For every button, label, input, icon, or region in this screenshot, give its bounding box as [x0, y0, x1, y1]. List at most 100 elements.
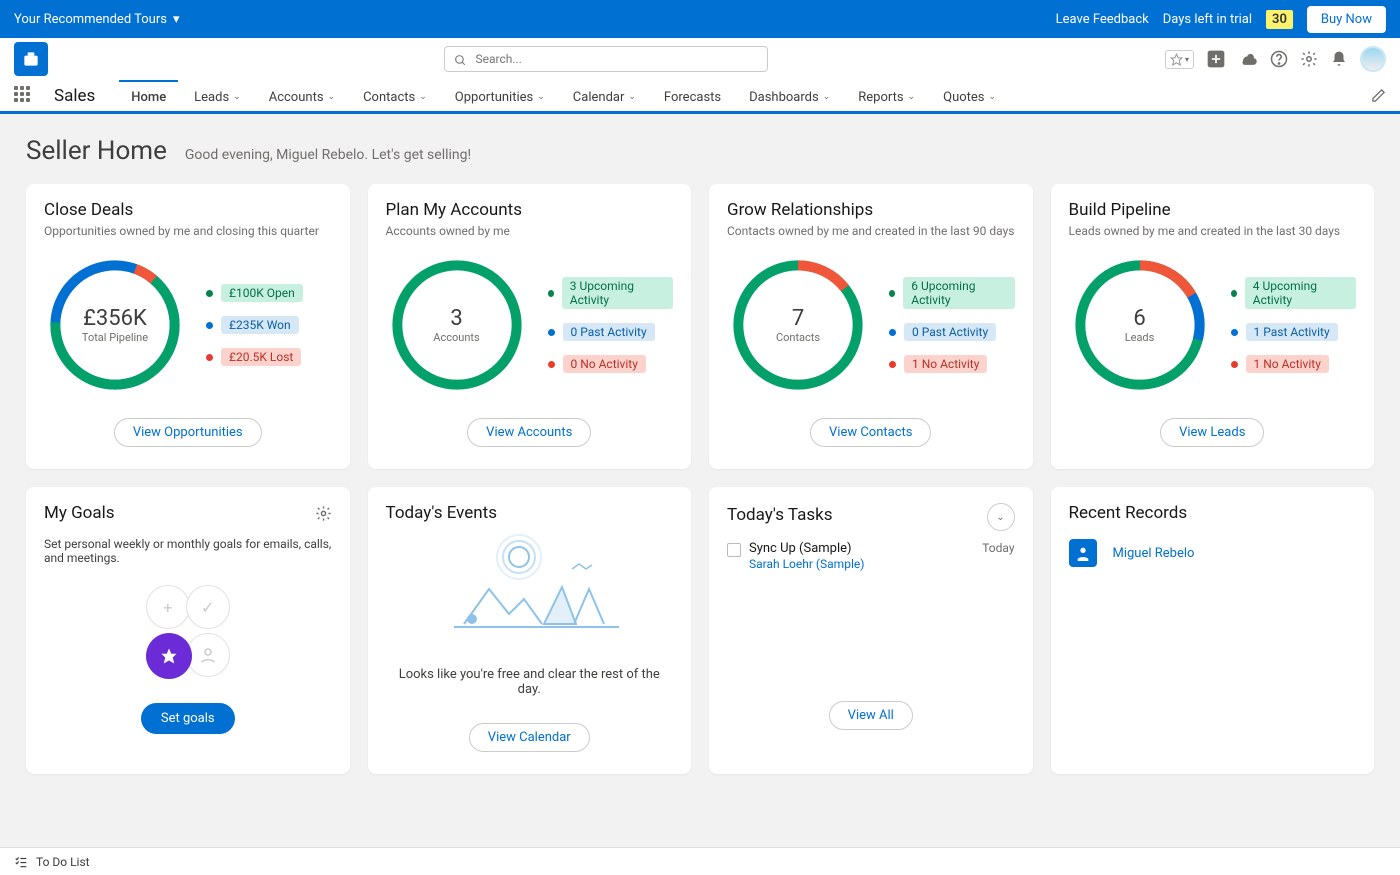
legend-won: £235K Won — [206, 316, 303, 334]
card-subtitle: Opportunities owned by me and closing th… — [44, 224, 332, 238]
goals-settings-icon[interactable] — [315, 505, 332, 526]
chevron-down-icon: ⌄ — [908, 92, 916, 102]
todo-list-icon — [14, 855, 28, 869]
tours-label: Your Recommended Tours — [14, 12, 167, 27]
nav-accounts[interactable]: Accounts⌄ — [257, 79, 347, 113]
card-title: Recent Records — [1069, 503, 1357, 523]
goals-description: Set personal weekly or monthly goals for… — [44, 537, 332, 565]
nav-calendar[interactable]: Calendar⌄ — [561, 79, 648, 113]
card-todays-events: Today's Events Looks like you're free an… — [368, 487, 692, 774]
card-title: Plan My Accounts — [386, 200, 674, 220]
leave-feedback-link[interactable]: Leave Feedback — [1056, 12, 1149, 27]
salesforce-icon[interactable] — [1238, 49, 1258, 69]
card-title: Build Pipeline — [1069, 200, 1357, 220]
chevron-down-icon: ⌄ — [233, 92, 241, 102]
card-title: Today's Tasks — [727, 505, 832, 525]
tasks-dropdown-button[interactable]: ⌄ — [987, 503, 1015, 531]
add-icon[interactable] — [1206, 49, 1226, 69]
contact-icon — [1069, 539, 1097, 567]
buy-now-button[interactable]: Buy Now — [1307, 6, 1386, 33]
card-plan-accounts: Plan My Accounts Accounts owned by me 3A… — [368, 184, 692, 469]
plus-circle-icon: + — [146, 585, 190, 629]
trial-days-badge: 30 — [1266, 10, 1293, 29]
legend-none: 1 No Activity — [1231, 355, 1357, 373]
card-title: Today's Events — [386, 503, 674, 523]
chevron-down-icon: ▾ — [173, 12, 180, 27]
global-search-input[interactable] — [444, 46, 768, 72]
card-subtitle: Accounts owned by me — [386, 224, 674, 238]
donut-chart: 7Contacts — [727, 254, 869, 396]
task-item[interactable]: Sync Up (Sample) Today — [727, 541, 1015, 557]
task-name: Sync Up (Sample) — [749, 541, 852, 557]
recommended-tours-dropdown[interactable]: Your Recommended Tours ▾ — [14, 12, 179, 27]
view-calendar-button[interactable]: View Calendar — [469, 723, 590, 752]
global-header: ▾ — [0, 38, 1400, 80]
trial-topbar: Your Recommended Tours ▾ Leave Feedback … — [0, 0, 1400, 38]
person-circle-icon — [186, 633, 230, 677]
set-goals-button[interactable]: Set goals — [141, 703, 235, 734]
donut-chart: 6Leads — [1069, 254, 1211, 396]
card-close-deals: Close Deals Opportunities owned by me an… — [26, 184, 350, 469]
legend-none: 1 No Activity — [889, 355, 1015, 373]
favorites-button[interactable]: ▾ — [1165, 50, 1194, 69]
legend-open: £100K Open — [206, 284, 303, 302]
card-title: My Goals — [44, 503, 115, 523]
donut-chart: 3Accounts — [386, 254, 528, 396]
page-title: Seller Home — [26, 136, 167, 166]
star-circle-icon — [146, 633, 192, 679]
user-avatar[interactable] — [1360, 46, 1386, 72]
legend-lost: £20.5K Lost — [206, 348, 303, 366]
app-launcher-icon[interactable] — [14, 86, 34, 106]
chevron-down-icon: ⌄ — [989, 92, 997, 102]
chevron-down-icon: ⌄ — [419, 92, 427, 102]
view-contacts-button[interactable]: View Contacts — [810, 418, 931, 447]
recent-record-item[interactable]: Miguel Rebelo — [1069, 539, 1357, 567]
app-name-label: Sales — [54, 86, 95, 106]
legend-none: 0 No Activity — [548, 355, 674, 373]
chevron-down-icon: ⌄ — [328, 92, 336, 102]
check-circle-icon: ✓ — [186, 585, 230, 629]
view-opportunities-button[interactable]: View Opportunities — [114, 418, 262, 447]
nav-leads[interactable]: Leads⌄ — [182, 79, 253, 113]
page-subtitle: Good evening, Miguel Rebelo. Let's get s… — [185, 147, 471, 163]
view-accounts-button[interactable]: View Accounts — [467, 418, 591, 447]
chevron-down-icon: ⌄ — [823, 92, 831, 102]
events-empty-message: Looks like you're free and clear the res… — [386, 667, 674, 697]
edit-nav-icon[interactable] — [1371, 88, 1386, 103]
legend-upcoming: 4 Upcoming Activity — [1231, 277, 1357, 309]
nav-forecasts[interactable]: Forecasts — [652, 79, 733, 113]
notification-icon[interactable] — [1330, 50, 1348, 68]
card-grow-relationships: Grow Relationships Contacts owned by me … — [709, 184, 1033, 469]
legend-upcoming: 3 Upcoming Activity — [548, 277, 674, 309]
nav-reports[interactable]: Reports⌄ — [846, 79, 927, 113]
task-checkbox[interactable] — [727, 543, 741, 557]
app-navbar: Sales Home Leads⌄ Accounts⌄ Contacts⌄ Op… — [0, 80, 1400, 114]
footer-bar: To Do List — [0, 847, 1400, 875]
nav-dashboards[interactable]: Dashboards⌄ — [737, 79, 842, 113]
card-build-pipeline: Build Pipeline Leads owned by me and cre… — [1051, 184, 1375, 469]
nav-opportunities[interactable]: Opportunities⌄ — [443, 79, 557, 113]
events-illustration — [386, 529, 674, 649]
view-all-tasks-button[interactable]: View All — [829, 701, 913, 730]
chevron-down-icon: ⌄ — [628, 92, 636, 102]
goals-illustration: + ✓ — [44, 579, 332, 689]
card-recent-records: Recent Records Miguel Rebelo — [1051, 487, 1375, 774]
search-icon — [454, 52, 467, 71]
chevron-down-icon: ⌄ — [537, 92, 545, 102]
card-title: Close Deals — [44, 200, 332, 220]
help-icon[interactable] — [1270, 50, 1288, 68]
task-date: Today — [982, 541, 1014, 557]
settings-icon[interactable] — [1300, 50, 1318, 68]
card-subtitle: Contacts owned by me and created in the … — [727, 224, 1015, 238]
nav-home[interactable]: Home — [119, 79, 178, 113]
legend-upcoming: 6 Upcoming Activity — [889, 277, 1015, 309]
legend-past: 0 Past Activity — [548, 323, 674, 341]
todo-list-link[interactable]: To Do List — [36, 855, 90, 869]
view-leads-button[interactable]: View Leads — [1160, 418, 1264, 447]
card-my-goals: My Goals Set personal weekly or monthly … — [26, 487, 350, 774]
task-contact-link[interactable]: Sarah Loehr (Sample) — [749, 557, 1015, 571]
recent-record-link[interactable]: Miguel Rebelo — [1113, 546, 1195, 561]
nav-contacts[interactable]: Contacts⌄ — [351, 79, 439, 113]
card-title: Grow Relationships — [727, 200, 1015, 220]
nav-quotes[interactable]: Quotes⌄ — [931, 79, 1008, 113]
